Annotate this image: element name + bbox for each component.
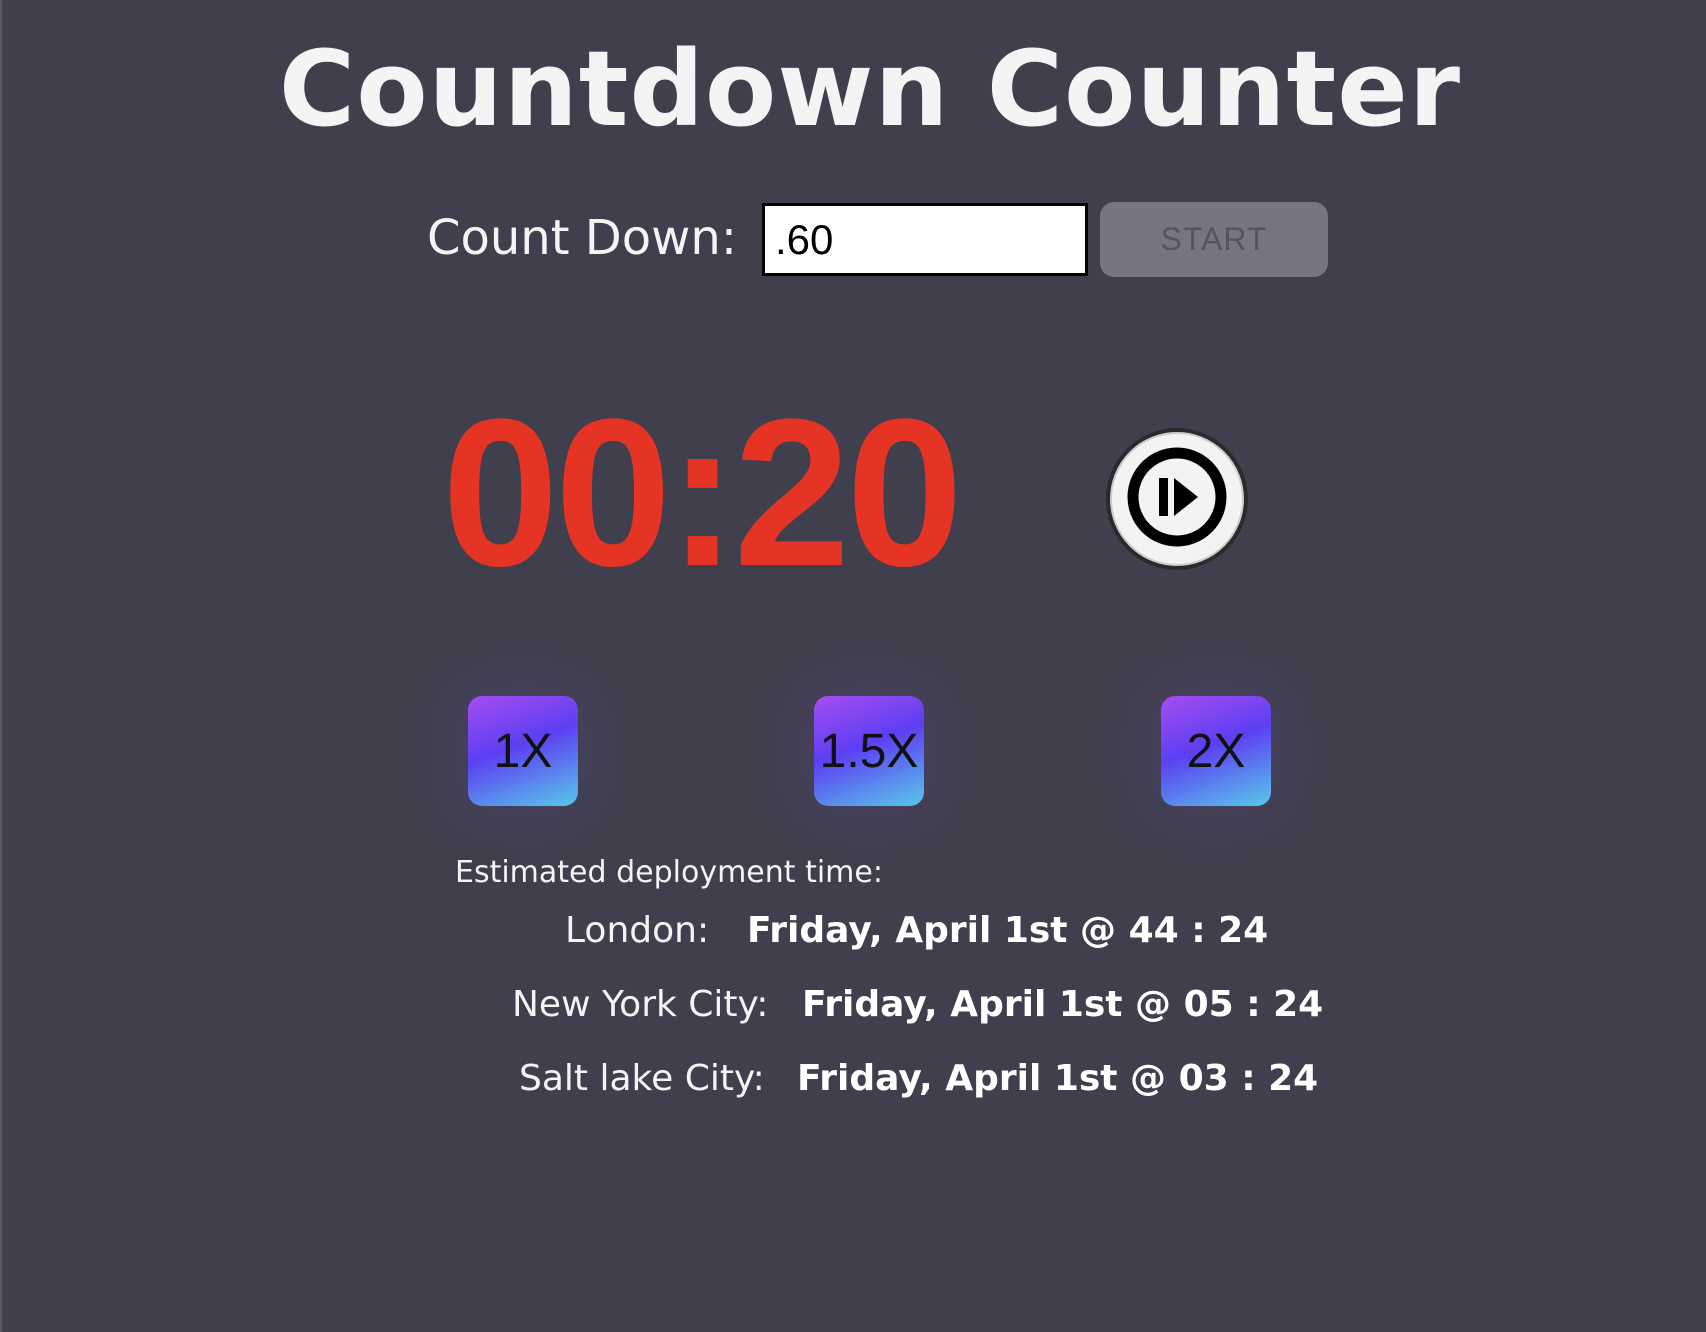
timer-display: 00:20 — [442, 375, 963, 610]
location-label-london: London: — [565, 910, 710, 951]
countdown-label: Count Down: — [427, 210, 737, 266]
play-pause-icon — [1125, 445, 1229, 554]
deployment-time-london: Friday, April 1st @ 44 : 24 — [747, 910, 1269, 951]
page: Countdown Counter Count Down: START 00:2… — [0, 0, 1706, 1332]
estimated-deployment-label: Estimated deployment time: — [455, 855, 883, 890]
page-title: Countdown Counter — [278, 28, 1462, 150]
location-label-salt-lake: Salt lake City: — [519, 1058, 765, 1099]
deployment-time-new-york: Friday, April 1st @ 05 : 24 — [802, 984, 1324, 1025]
play-pause-button[interactable] — [1106, 428, 1248, 570]
location-label-new-york: New York City: — [512, 984, 769, 1025]
speed-1x-button[interactable]: 1X — [468, 696, 578, 806]
deployment-time-salt-lake: Friday, April 1st @ 03 : 24 — [797, 1058, 1319, 1099]
speed-2x-button[interactable]: 2X — [1161, 696, 1271, 806]
speed-1-5x-button[interactable]: 1.5X — [814, 696, 924, 806]
countdown-input[interactable] — [762, 203, 1088, 276]
start-button[interactable]: START — [1100, 202, 1328, 277]
